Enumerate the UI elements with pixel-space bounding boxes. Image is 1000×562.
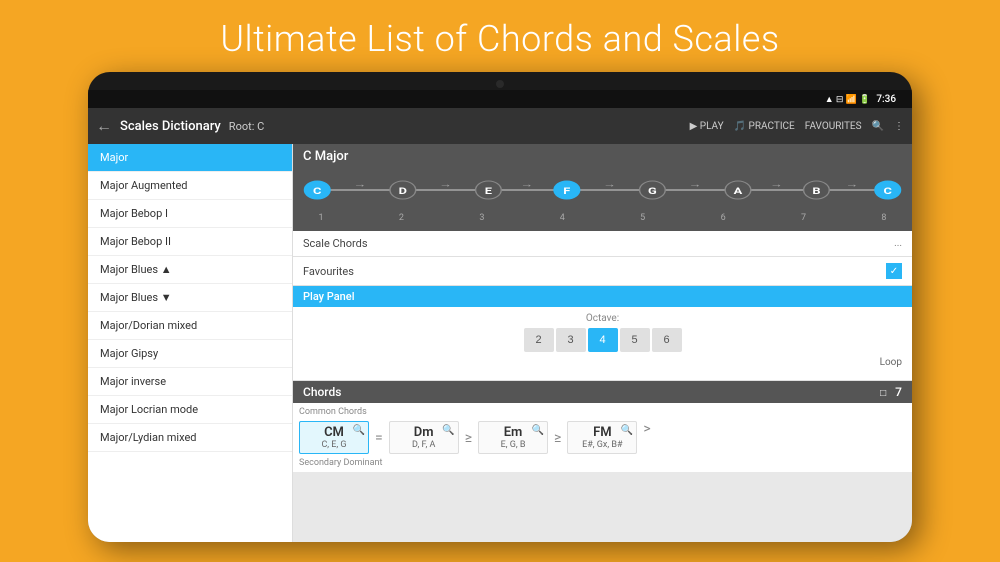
scale-list-item[interactable]: Major Bebop II xyxy=(88,228,292,256)
scale-chords-row[interactable]: Scale Chords ... xyxy=(293,231,912,257)
svg-text:F: F xyxy=(563,186,570,197)
svg-text:E: E xyxy=(485,186,492,197)
scale-list-item[interactable]: Major Gipsy xyxy=(88,340,292,368)
chord-name-dm: Dm xyxy=(414,425,434,440)
chords-title: Chords xyxy=(303,385,341,399)
hero-title: Ultimate List of Chords and Scales xyxy=(0,18,1000,60)
octave-label: Octave: xyxy=(303,313,902,324)
favourites-label: Favourites xyxy=(303,265,886,278)
right-panel: C Major C D → xyxy=(293,144,912,542)
chord-cards: 🔍 CM C, E, G = 🔍 Dm D, F, A ≥ xyxy=(299,421,906,454)
chord-search-fm[interactable]: 🔍 xyxy=(621,425,633,436)
chord-search-em[interactable]: 🔍 xyxy=(532,425,544,436)
more-button[interactable]: ⋮ xyxy=(894,121,904,132)
svg-text:→: → xyxy=(603,179,616,190)
chord-notes-dm: D, F, A xyxy=(412,440,435,450)
scroll-indicator: > xyxy=(643,421,650,454)
toolbar-actions: ▶ PLAY 🎵 PRACTICE FAVOURITES 🔍 ⋮ xyxy=(690,121,904,132)
back-button[interactable]: ← xyxy=(96,116,112,136)
app-toolbar: ← Scales Dictionary Root: C ▶ PLAY 🎵 PRA… xyxy=(88,108,912,144)
svg-text:G: G xyxy=(648,186,657,197)
toolbar-title: Scales Dictionary xyxy=(120,119,221,134)
common-chords-label: Common Chords xyxy=(299,407,906,417)
camera xyxy=(496,80,504,88)
svg-text:→: → xyxy=(770,179,783,190)
svg-text:→: → xyxy=(846,179,859,190)
chord-notes-cm: C, E, G xyxy=(321,440,346,450)
chords-body: Common Chords 🔍 CM C, E, G = 🔍 Dm xyxy=(293,403,912,472)
scale-chords-action[interactable]: ... xyxy=(894,238,902,249)
scale-list-item[interactable]: Major Bebop I xyxy=(88,200,292,228)
scale-list-item[interactable]: Major Blues ▼ xyxy=(88,284,292,312)
chord-card-em[interactable]: 🔍 Em E, G, B xyxy=(478,421,548,454)
chord-name-em: Em xyxy=(504,425,523,440)
favourites-row[interactable]: Favourites ✓ xyxy=(293,257,912,286)
svg-text:D: D xyxy=(399,186,407,197)
scale-list-item[interactable]: Major Blues ▲ xyxy=(88,256,292,284)
chord-notes-em: E, G, B xyxy=(501,440,526,450)
chord-card-dm[interactable]: 🔍 Dm D, F, A xyxy=(389,421,459,454)
scale-list-item[interactable]: Major/Lydian mixed xyxy=(88,424,292,452)
scale-list: MajorMajor AugmentedMajor Bebop IMajor B… xyxy=(88,144,293,542)
scale-title: C Major xyxy=(293,144,912,169)
practice-button[interactable]: 🎵 PRACTICE xyxy=(734,121,795,132)
play-button[interactable]: ▶ PLAY xyxy=(690,121,724,132)
chord-sep-1: = xyxy=(373,421,385,454)
octave-button-4[interactable]: 4 xyxy=(588,328,618,352)
scale-svg: C D → E → F → xyxy=(303,173,902,207)
favourites-button[interactable]: FAVOURITES xyxy=(805,121,862,132)
status-time: 7:36 xyxy=(876,94,896,105)
chord-card-fm[interactable]: 🔍 FM E#, Gx, B# xyxy=(567,421,637,454)
svg-text:→: → xyxy=(689,179,702,190)
chord-card-cm[interactable]: 🔍 CM C, E, G xyxy=(299,421,369,454)
scale-list-item[interactable]: Major Augmented xyxy=(88,172,292,200)
octave-button-2[interactable]: 2 xyxy=(524,328,554,352)
loop-row: Loop xyxy=(303,352,902,372)
toolbar-root: Root: C xyxy=(229,120,264,133)
octave-button-6[interactable]: 6 xyxy=(652,328,682,352)
svg-text:A: A xyxy=(734,186,743,197)
svg-text:→: → xyxy=(439,179,452,190)
scale-list-item[interactable]: Major xyxy=(88,144,292,172)
search-button[interactable]: 🔍 xyxy=(872,121,884,132)
scale-numbers: 12345678 xyxy=(303,213,902,223)
secondary-dominant-label: Secondary Dominant xyxy=(299,458,906,468)
loop-label: Loop xyxy=(880,357,902,368)
svg-text:C: C xyxy=(884,186,892,197)
scale-chords-label: Scale Chords xyxy=(303,237,894,250)
main-content: MajorMajor AugmentedMajor Bebop IMajor B… xyxy=(88,144,912,542)
octave-button-5[interactable]: 5 xyxy=(620,328,650,352)
scale-list-item[interactable]: Major/Dorian mixed xyxy=(88,312,292,340)
chords-count: □ 7 xyxy=(880,385,902,399)
chord-sep-2: ≥ xyxy=(463,421,474,454)
app-screen: ← Scales Dictionary Root: C ▶ PLAY 🎵 PRA… xyxy=(88,108,912,542)
play-panel-body: Octave: 23456 Loop xyxy=(293,307,912,381)
chord-name-cm: CM xyxy=(324,425,344,440)
status-bar: ▲ ⊟ 📶 🔋 7:36 xyxy=(88,90,912,108)
svg-text:C: C xyxy=(313,186,321,197)
chords-header: Chords □ 7 xyxy=(293,381,912,403)
svg-text:B: B xyxy=(812,186,820,197)
loop-checkbox[interactable] xyxy=(862,355,876,369)
octave-buttons: 23456 xyxy=(303,328,902,352)
scale-diagram: C D → E → F → xyxy=(293,169,912,231)
status-icons: ▲ ⊟ 📶 🔋 xyxy=(825,94,871,105)
scale-list-item[interactable]: Major Locrian mode xyxy=(88,396,292,424)
scale-list-item[interactable]: Major inverse xyxy=(88,368,292,396)
favourites-checkbox[interactable]: ✓ xyxy=(886,263,902,279)
svg-text:→: → xyxy=(520,179,533,190)
octave-button-3[interactable]: 3 xyxy=(556,328,586,352)
chord-search-cm[interactable]: 🔍 xyxy=(353,425,365,436)
play-panel-header: Play Panel xyxy=(293,286,912,307)
chord-notes-fm: E#, Gx, B# xyxy=(582,440,622,450)
chord-sep-3: ≥ xyxy=(552,421,563,454)
svg-text:→: → xyxy=(354,179,367,190)
chord-search-dm[interactable]: 🔍 xyxy=(442,425,454,436)
tablet-shell: ▲ ⊟ 📶 🔋 7:36 ← Scales Dictionary Root: C… xyxy=(88,72,912,542)
chord-name-fm: FM xyxy=(593,425,612,440)
